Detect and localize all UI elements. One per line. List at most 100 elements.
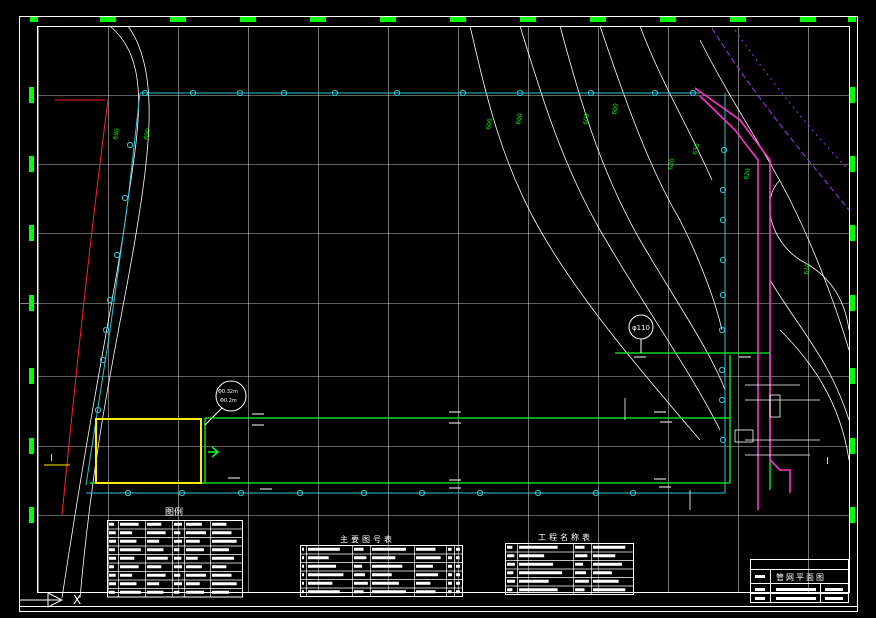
- table-cell-text: [174, 548, 180, 552]
- title-block-cell: [776, 597, 816, 600]
- table-cell-text: [147, 531, 166, 535]
- table-cell-text: [308, 556, 329, 560]
- contour-line: [469, 25, 701, 441]
- table-cell-text: [456, 556, 460, 560]
- table-cell-text: [186, 565, 202, 569]
- table-cell-text: [416, 556, 441, 560]
- table-cell-text: [186, 522, 202, 526]
- table-cell-text: [109, 556, 116, 560]
- table-cell-text: [575, 571, 586, 575]
- title-block-cell: [776, 588, 816, 591]
- table-cell-text: [147, 582, 160, 586]
- table-cell-text: [593, 579, 619, 583]
- table-cell-text: [302, 564, 304, 568]
- table-cell-text: [456, 573, 460, 577]
- table-cell-text: [174, 556, 182, 560]
- border-tick-left: [29, 295, 34, 311]
- table-cell-text: [147, 539, 160, 543]
- callout-bottom-text: Φ0.2m: [220, 398, 237, 404]
- contour-label: 690: [143, 128, 152, 141]
- border-tick-left: [29, 438, 34, 454]
- contour-line: [779, 329, 850, 461]
- table-cell-text: [174, 539, 182, 543]
- section-marker-right: I: [826, 456, 829, 467]
- table-cell-text: [109, 522, 114, 526]
- table-cell-text: [354, 573, 365, 577]
- table-cell-text: [593, 562, 622, 566]
- border-tick-top: [100, 17, 116, 22]
- table-cell-text: [519, 579, 549, 583]
- table-cell-text: [212, 556, 235, 560]
- table-cell-text: [109, 565, 114, 569]
- table-cell-text: [519, 571, 563, 575]
- table-cell-text: [593, 545, 626, 549]
- cad-drawing-canvas[interactable]: 690 690600 600 600600620630620610 I I Φ0…: [0, 0, 876, 618]
- legend-table: [107, 520, 243, 598]
- table-cell-text: [507, 562, 515, 566]
- table-cell-text: [507, 571, 514, 575]
- table-cell-text: [456, 581, 460, 585]
- table-b-title: 工程名称表: [538, 532, 593, 542]
- main-drawing-index-table: [300, 545, 463, 597]
- table-cell-text: [372, 581, 399, 585]
- table-cell-text: [120, 573, 133, 577]
- table-cell-text: [448, 547, 452, 551]
- contour-label: 600: [582, 113, 591, 126]
- table-cell-text: [416, 564, 433, 568]
- table-cell-text: [507, 545, 513, 549]
- table-cell-text: [147, 548, 164, 552]
- title-block-name: 管网平面图: [776, 572, 826, 582]
- table-cell-text: [448, 556, 452, 560]
- table-cell-text: [308, 573, 344, 577]
- table-cell-text: [456, 564, 460, 568]
- table-cell-text: [519, 554, 545, 558]
- table-cell-text: [186, 590, 204, 594]
- table-cell-text: [302, 581, 304, 585]
- table-cell-text: [354, 590, 364, 594]
- border-tick-top: [380, 17, 396, 22]
- table-cell-text: [186, 556, 198, 560]
- table-cell-text: [174, 531, 181, 535]
- pipe-node: [718, 396, 726, 404]
- border-tick-top: [520, 17, 536, 22]
- table-cell-text: [212, 539, 237, 543]
- table-cell-text: [120, 522, 139, 526]
- table-cell-text: [147, 556, 168, 560]
- contour-label: 600: [611, 103, 620, 116]
- border-tick-left: [29, 156, 34, 172]
- border-tick-right: [850, 156, 855, 172]
- table-cell-text: [302, 547, 304, 551]
- table-cell-text: [448, 564, 452, 568]
- border-tick-top: [730, 17, 746, 22]
- table-cell-text: [212, 565, 227, 569]
- pipe-node: [113, 251, 121, 259]
- table-cell-text: [308, 581, 333, 585]
- table-cell-text: [593, 588, 626, 592]
- border-tick-left: [29, 225, 34, 241]
- table-cell-text: [212, 531, 232, 535]
- table-cell-text: [416, 590, 436, 594]
- border-tick-top: [450, 17, 466, 22]
- border-tick-left: [29, 368, 34, 384]
- table-cell-text: [575, 554, 588, 558]
- table-cell-text: [308, 564, 337, 568]
- pipe-node: [121, 194, 129, 202]
- pipe-node: [720, 146, 728, 154]
- table-cell-text: [456, 590, 460, 594]
- border-tick-right: [850, 225, 855, 241]
- table-cell-text: [212, 582, 237, 586]
- contour-label: 690: [112, 128, 121, 141]
- table-cell-text: [575, 588, 585, 592]
- table-cell-text: [109, 590, 115, 594]
- border-tick-top: [170, 17, 186, 22]
- contour-label: 610: [803, 263, 812, 276]
- table-cell-text: [174, 565, 182, 569]
- table-cell-text: [519, 545, 558, 549]
- table-a-title: 主要图号表: [340, 534, 395, 544]
- table-cell-text: [575, 562, 584, 566]
- table-cell-text: [416, 573, 439, 577]
- table-cell-text: [174, 590, 180, 594]
- contour-line: [769, 179, 850, 331]
- table-cell-text: [372, 547, 406, 551]
- table-cell-text: [372, 556, 396, 560]
